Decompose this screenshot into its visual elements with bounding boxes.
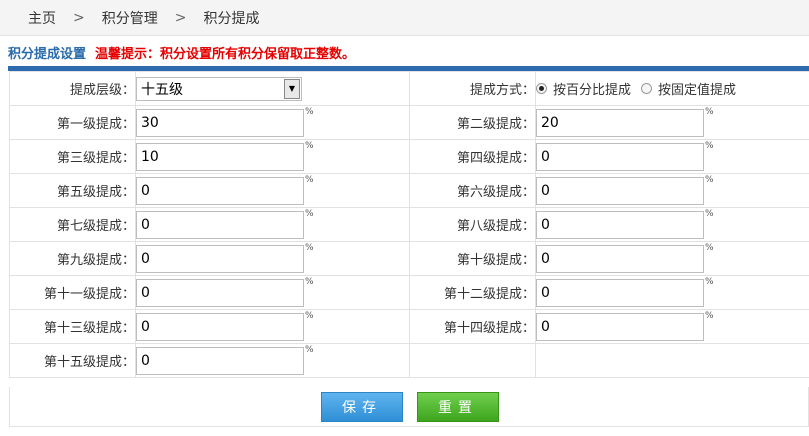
commission-input[interactable] — [536, 142, 704, 171]
breadcrumb-points-management[interactable]: 积分管理 — [102, 8, 158, 28]
level-select-value: 十五级 — [141, 81, 183, 98]
percent-sign: % — [305, 276, 314, 287]
commission-input[interactable] — [136, 176, 304, 205]
commission-value-cell: % — [135, 343, 410, 378]
form-row: 第九级提成：% 第十级提成：% — [9, 241, 809, 276]
commission-level-label: 第十二级提成： — [409, 275, 536, 310]
commission-value-cell — [535, 343, 809, 378]
commission-input[interactable] — [136, 244, 304, 273]
section-header: 积分提成设置 温馨提示：积分设置所有积分保留取正整数。 — [8, 42, 355, 62]
button-bar: 保存 重置 — [9, 387, 809, 427]
method-option-label: 按百分比提成 — [553, 83, 632, 98]
breadcrumb-home[interactable]: 主页 — [28, 8, 56, 28]
commission-value-cell: % — [535, 105, 809, 140]
commission-level-label: 第九级提成： — [9, 241, 136, 276]
commission-value-cell: % — [535, 173, 809, 208]
form-row: 提成层级： 十五级 ▼ 提成方式： 按百分比提成 按固定值提成 — [9, 71, 809, 106]
commission-value-cell: % — [535, 275, 809, 310]
form-row: 第十一级提成：% 第十二级提成：% — [9, 275, 809, 310]
commission-value-cell: % — [535, 241, 809, 276]
commission-value-cell: % — [135, 139, 410, 174]
breadcrumb-separator: > — [73, 9, 85, 26]
percent-sign: % — [705, 208, 714, 219]
commission-input[interactable] — [136, 108, 304, 137]
save-button[interactable]: 保存 — [321, 392, 403, 422]
percent-sign: % — [305, 208, 314, 219]
commission-level-label: 第五级提成： — [9, 173, 136, 208]
percent-sign: % — [305, 174, 314, 185]
commission-level-label: 第十级提成： — [409, 241, 536, 276]
commission-input[interactable] — [136, 210, 304, 239]
commission-input[interactable] — [536, 278, 704, 307]
breadcrumb-points-commission: 积分提成 — [203, 10, 260, 27]
form-row: 第五级提成：% 第六级提成：% — [9, 173, 809, 208]
commission-input[interactable] — [536, 176, 704, 205]
level-cell: 十五级 ▼ — [135, 71, 410, 106]
commission-input[interactable] — [136, 312, 304, 341]
method-radio-percent[interactable]: 按百分比提成 — [536, 79, 631, 98]
commission-value-cell: % — [135, 105, 410, 140]
commission-input[interactable] — [536, 210, 704, 239]
form-row: 第一级提成：% 第二级提成：% — [9, 105, 809, 140]
commission-value-cell: % — [535, 309, 809, 344]
breadcrumb: 主页 > 积分管理 > 积分提成 — [0, 0, 809, 36]
commission-value-cell: % — [135, 275, 410, 310]
method-option-label: 按固定值提成 — [658, 83, 737, 98]
commission-level-label: 第十五级提成： — [9, 343, 136, 378]
section-title: 积分提成设置 — [8, 46, 87, 62]
breadcrumb-separator: > — [174, 9, 187, 26]
commission-form: 提成层级： 十五级 ▼ 提成方式： 按百分比提成 按固定值提成 第一级提成： 3… — [9, 71, 809, 378]
percent-sign: % — [305, 140, 314, 151]
percent-sign: % — [305, 344, 314, 355]
commission-value-cell: % — [535, 207, 809, 242]
radio-checked-icon[interactable] — [536, 83, 547, 94]
commission-value-cell: % — [535, 139, 809, 174]
percent-sign: % — [705, 174, 714, 185]
radio-unchecked-icon[interactable] — [641, 83, 653, 94]
commission-level-label — [409, 343, 536, 378]
commission-level-label: 第十四级提成： — [409, 309, 536, 344]
percent-sign: % — [705, 140, 714, 151]
commission-value-cell: % — [135, 207, 410, 242]
level-label: 提成层级： — [9, 71, 136, 106]
level-select[interactable]: 十五级 ▼ — [136, 76, 302, 101]
commission-input[interactable] — [136, 346, 304, 375]
commission-value-cell: % — [135, 241, 410, 276]
commission-level-label: 第十一级提成： — [9, 275, 136, 310]
form-row: 第十五级提成：% — [9, 343, 809, 378]
commission-value-cell: % — [135, 173, 410, 208]
percent-sign: % — [305, 242, 314, 253]
commission-input[interactable] — [536, 312, 704, 341]
form-row: 第七级提成：% 第八级提成：% — [9, 207, 809, 242]
reset-button[interactable]: 重置 — [417, 392, 499, 422]
dropdown-arrow-icon[interactable]: ▼ — [284, 78, 300, 99]
commission-level-label: 第六级提成： — [409, 173, 536, 208]
commission-level-label: 第十三级提成： — [9, 309, 136, 344]
percent-sign: % — [705, 276, 714, 287]
percent-sign: % — [305, 310, 314, 321]
percent-sign: % — [705, 106, 714, 117]
commission-level-label: 第八级提成： — [409, 207, 536, 242]
commission-input[interactable] — [136, 142, 304, 171]
commission-level-label: 第三级提成： — [9, 139, 136, 174]
commission-level-label: 第一级提成： — [9, 105, 136, 140]
form-row: 第十三级提成：% 第十四级提成：% — [9, 309, 809, 344]
percent-sign: % — [705, 310, 714, 321]
warning-tip: 温馨提示：积分设置所有积分保留取正整数。 — [95, 46, 356, 62]
percent-sign: % — [305, 106, 314, 117]
method-label: 提成方式： — [409, 71, 536, 106]
percent-sign: % — [705, 242, 714, 253]
commission-level-label: 第四级提成： — [409, 139, 536, 174]
commission-value-cell: % — [135, 309, 410, 344]
commission-input[interactable] — [136, 278, 304, 307]
commission-input[interactable] — [536, 244, 704, 273]
commission-input[interactable] — [536, 108, 704, 137]
form-row: 第三级提成：% 第四级提成：% — [9, 139, 809, 174]
method-radio-fixed[interactable]: 按固定值提成 — [641, 79, 736, 98]
commission-level-label: 第七级提成： — [9, 207, 136, 242]
commission-level-label: 第二级提成： — [409, 105, 536, 140]
method-cell: 按百分比提成 按固定值提成 — [535, 71, 809, 106]
